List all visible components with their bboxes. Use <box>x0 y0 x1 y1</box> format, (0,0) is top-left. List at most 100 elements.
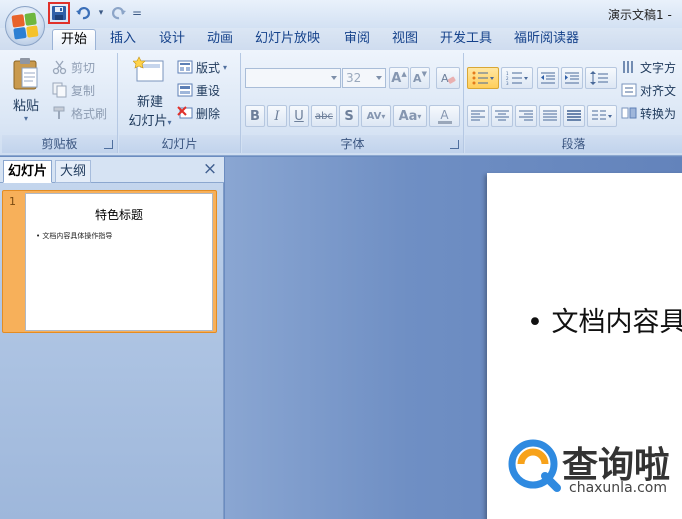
delete-slide-label: 删除 <box>196 106 221 121</box>
layout-dropdown-arrow: ▾ <box>223 62 228 72</box>
font-size-combo[interactable]: 32 <box>342 68 386 88</box>
bold-icon: B <box>250 108 260 124</box>
delete-slide-icon <box>177 105 193 121</box>
save-button[interactable] <box>48 2 70 24</box>
paste-button[interactable]: 粘贴 ▾ <box>6 57 46 123</box>
align-right-button[interactable] <box>515 105 537 127</box>
clear-formatting-button[interactable]: A <box>436 67 460 89</box>
smartart-icon <box>621 105 637 121</box>
tab-foxit-reader[interactable]: 福昕阅读器 <box>514 29 579 50</box>
undo-dropdown-arrow[interactable]: ▾ <box>96 8 106 18</box>
customize-qat-button[interactable]: = <box>132 6 142 20</box>
tab-home[interactable]: 开始 <box>52 29 97 50</box>
numbering-button[interactable]: 123 <box>501 67 533 89</box>
align-center-button[interactable] <box>491 105 513 127</box>
office-button[interactable] <box>5 6 45 46</box>
new-slide-icon <box>133 56 164 82</box>
justify-button[interactable] <box>539 105 561 127</box>
font-name-combo[interactable] <box>245 68 341 88</box>
grow-font-button[interactable]: A ▲ <box>389 67 409 89</box>
paste-label: 粘贴 <box>12 99 39 114</box>
tab-outline[interactable]: 大纲 <box>55 160 92 183</box>
italic-button[interactable]: I <box>267 105 287 127</box>
grow-font-icon: A <box>391 70 402 86</box>
font-color-swatch <box>437 120 452 124</box>
text-direction-label: 文字方 <box>640 60 677 75</box>
increase-indent-button[interactable] <box>561 67 583 89</box>
format-painter-label: 格式刷 <box>71 106 108 121</box>
copy-label: 复制 <box>71 83 96 98</box>
character-spacing-dropdown-arrow: ▾ <box>381 111 386 121</box>
font-group: 32 A ▲ A ▼ A B I U abc S AV ▾ Aa ▾ A 字体 <box>242 53 464 153</box>
align-text-button[interactable]: 对齐文 <box>621 80 676 100</box>
delete-slide-button[interactable]: 删除 <box>177 103 220 123</box>
new-slide-label-line1: 新建 <box>136 95 163 110</box>
font-name-dropdown-arrow <box>331 76 337 80</box>
underline-icon: U <box>294 108 304 124</box>
strikethrough-button[interactable]: abc <box>311 105 337 127</box>
change-case-button[interactable]: Aa ▾ <box>393 105 427 127</box>
window-title: 演示文稿1 - <box>608 8 672 22</box>
tab-slides[interactable]: 幻灯片 <box>3 160 53 183</box>
bullets-button[interactable] <box>467 67 499 89</box>
underline-button[interactable]: U <box>289 105 309 127</box>
font-color-button[interactable]: A <box>429 105 460 127</box>
text-direction-button[interactable]: 文字方 <box>621 57 676 77</box>
shrink-font-arrow: ▼ <box>421 70 427 78</box>
new-slide-dropdown-arrow[interactable]: ▾ <box>168 118 172 127</box>
slides-group: 新建 幻灯片▾ 版式 ▾ 重设 删除 幻灯片 <box>119 53 241 153</box>
slide-thumbnail[interactable]: 特色标题 • 文档内容具体操作指导 <box>25 193 213 331</box>
redo-button[interactable] <box>108 2 130 24</box>
tab-insert[interactable]: 插入 <box>110 29 136 50</box>
tab-animations[interactable]: 动画 <box>207 29 233 50</box>
cut-button[interactable]: 剪切 <box>52 57 95 77</box>
format-painter-button[interactable]: 格式刷 <box>52 103 107 123</box>
clear-formatting-icon: A <box>441 72 456 85</box>
new-slide-button[interactable]: 新建 幻灯片▾ <box>122 55 178 129</box>
paste-dropdown-arrow[interactable]: ▾ <box>24 114 28 123</box>
slide-thumbnail-item[interactable]: 1 特色标题 • 文档内容具体操作指导 <box>2 190 217 333</box>
bold-button[interactable]: B <box>245 105 265 127</box>
character-spacing-icon: AV <box>366 110 382 122</box>
increase-indent-icon <box>565 72 579 84</box>
close-icon[interactable]: × <box>202 161 218 178</box>
reset-button[interactable]: 重设 <box>177 80 220 100</box>
copy-button[interactable]: 复制 <box>52 80 95 100</box>
font-dialog-launcher[interactable] <box>450 140 459 149</box>
line-spacing-button[interactable] <box>585 67 617 89</box>
layout-button[interactable]: 版式 ▾ <box>177 57 227 77</box>
columns-button[interactable] <box>587 105 617 127</box>
distributed-button[interactable] <box>563 105 585 127</box>
undo-icon <box>76 7 90 20</box>
tab-developer[interactable]: 开发工具 <box>440 29 492 50</box>
undo-button[interactable] <box>72 2 94 24</box>
character-spacing-button[interactable]: AV ▾ <box>361 105 391 127</box>
decrease-indent-icon <box>541 72 555 84</box>
slide-content-bullet[interactable]: • 文档内容具 <box>527 300 682 339</box>
numbering-icon: 123 <box>506 71 528 85</box>
shadow-button[interactable]: S <box>339 105 359 127</box>
font-size-dropdown-arrow <box>376 76 382 80</box>
ribbon: 粘贴 ▾ 剪切 复制 格式刷 剪贴板 新建 幻灯片▾ 版式 ▾ 重设 删除 幻灯… <box>0 50 682 156</box>
convert-smartart-label: 转换为 <box>640 106 677 121</box>
tab-slideshow[interactable]: 幻灯片放映 <box>255 29 320 50</box>
cut-label: 剪切 <box>71 60 96 75</box>
clipboard-group-label: 剪贴板 <box>2 135 117 153</box>
format-painter-icon <box>52 105 68 121</box>
slides-outline-panel: 幻灯片 大纲 × 1 特色标题 • 文档内容具体操作指导 <box>0 157 224 519</box>
convert-smartart-button[interactable]: 转换为 <box>621 103 676 123</box>
align-left-button[interactable] <box>467 105 489 127</box>
tab-review[interactable]: 审阅 <box>344 29 370 50</box>
decrease-indent-button[interactable] <box>537 67 559 89</box>
align-left-icon <box>471 110 485 121</box>
layout-icon <box>177 59 193 75</box>
font-size-value: 32 <box>346 71 362 85</box>
tab-design[interactable]: 设计 <box>159 29 185 50</box>
tab-view[interactable]: 视图 <box>392 29 418 50</box>
watermark: 查询啦 chaxunla.com <box>507 436 682 500</box>
search-logo-icon <box>508 439 561 492</box>
grow-font-arrow: ▲ <box>401 70 407 78</box>
ribbon-tabs: 开始 插入 设计 动画 幻灯片放映 审阅 视图 开发工具 福昕阅读器 <box>0 28 682 50</box>
clipboard-dialog-launcher[interactable] <box>104 140 113 149</box>
shrink-font-button[interactable]: A ▼ <box>410 67 430 89</box>
